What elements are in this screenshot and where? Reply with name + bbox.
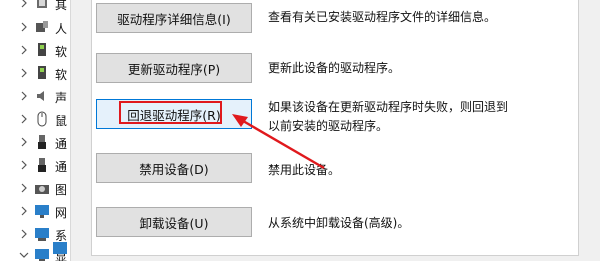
usb-device-icon (38, 158, 46, 172)
chevron-down-icon[interactable] (19, 250, 29, 260)
network-adapter-icon (35, 205, 49, 218)
tree-item-label: 声 (55, 91, 68, 105)
chevron-right-icon[interactable] (19, 229, 29, 239)
driver-details-button[interactable]: 驱动程序详细信息(I) (96, 3, 252, 33)
tree-item-other-devices[interactable]: 其 (0, 0, 78, 14)
tree-item-network[interactable]: 网 (0, 202, 78, 222)
button-label: 卸载设备(U) (139, 215, 209, 231)
tree-item-label: 鼠 (55, 114, 68, 128)
chevron-right-icon[interactable] (19, 22, 29, 32)
tree-item-label: 网 (55, 206, 68, 220)
chevron-right-icon[interactable] (19, 91, 29, 101)
tree-item-audio[interactable]: 声 (0, 87, 78, 107)
highlight-box (119, 101, 222, 124)
human-interface-device-icon (36, 21, 48, 32)
tree-item-imaging[interactable]: 图 (0, 179, 78, 199)
tree-item-software-components[interactable]: 软 (0, 41, 78, 61)
tree-item-usb-devices[interactable]: 通 (0, 156, 78, 176)
tree-item-label: 其 (55, 0, 68, 12)
update-driver-button[interactable]: 更新驱动程序(P) (96, 53, 252, 83)
description-line: 查看有关已安装驱动程序文件的详细信息。 (268, 10, 497, 24)
device-tree: 其 人 软 软 声 鼠 通 通 图 网 系 显 (0, 0, 78, 261)
tree-item-label: 软 (55, 45, 68, 59)
tree-item-label: 软 (55, 68, 68, 82)
tree-item-label: 人 (55, 22, 68, 36)
driver-details-description: 查看有关已安装驱动程序文件的详细信息。 (268, 8, 496, 27)
chevron-right-icon[interactable] (19, 0, 29, 8)
system-device-icon (35, 228, 49, 241)
annotation-arrow-icon (232, 114, 325, 170)
update-driver-description: 更新此设备的驱动程序。 (268, 59, 400, 78)
chevron-right-icon[interactable] (19, 206, 29, 216)
chevron-right-icon[interactable] (19, 183, 29, 193)
display-adapter-child-icon (53, 242, 67, 254)
tree-item-label: 图 (55, 183, 68, 197)
description-line: 更新此设备的驱动程序。 (268, 61, 401, 75)
mouse-icon (37, 111, 47, 127)
tree-item-usb-controllers[interactable]: 通 (0, 133, 78, 153)
software-device-icon (38, 66, 46, 79)
chevron-right-icon[interactable] (19, 68, 29, 78)
tree-item-label: 通 (55, 137, 68, 151)
imaging-device-icon (35, 185, 49, 194)
chevron-right-icon[interactable] (19, 114, 29, 124)
tree-item-label: 通 (55, 160, 68, 174)
chevron-right-icon[interactable] (19, 45, 29, 55)
tree-item-human-interface[interactable]: 人 (0, 18, 78, 38)
button-label: 禁用设备(D) (139, 161, 209, 177)
uninstall-device-button[interactable]: 卸载设备(U) (96, 207, 252, 237)
button-label: 驱动程序详细信息(I) (117, 11, 231, 27)
button-label: 更新驱动程序(P) (127, 61, 221, 77)
tree-item-software-devices[interactable]: 软 (0, 64, 78, 84)
usb-controller-icon (38, 135, 46, 149)
uninstall-device-description: 从系统中卸载设备(高级)。 (268, 214, 409, 233)
generic-device-icon (37, 0, 47, 8)
software-component-icon (38, 43, 46, 56)
tree-item-mouse[interactable]: 鼠 (0, 110, 78, 130)
chevron-right-icon[interactable] (19, 160, 29, 170)
display-adapter-icon (35, 249, 49, 261)
description-line: 从系统中卸载设备(高级)。 (268, 216, 410, 230)
audio-device-icon (37, 91, 44, 101)
chevron-right-icon[interactable] (19, 137, 29, 147)
